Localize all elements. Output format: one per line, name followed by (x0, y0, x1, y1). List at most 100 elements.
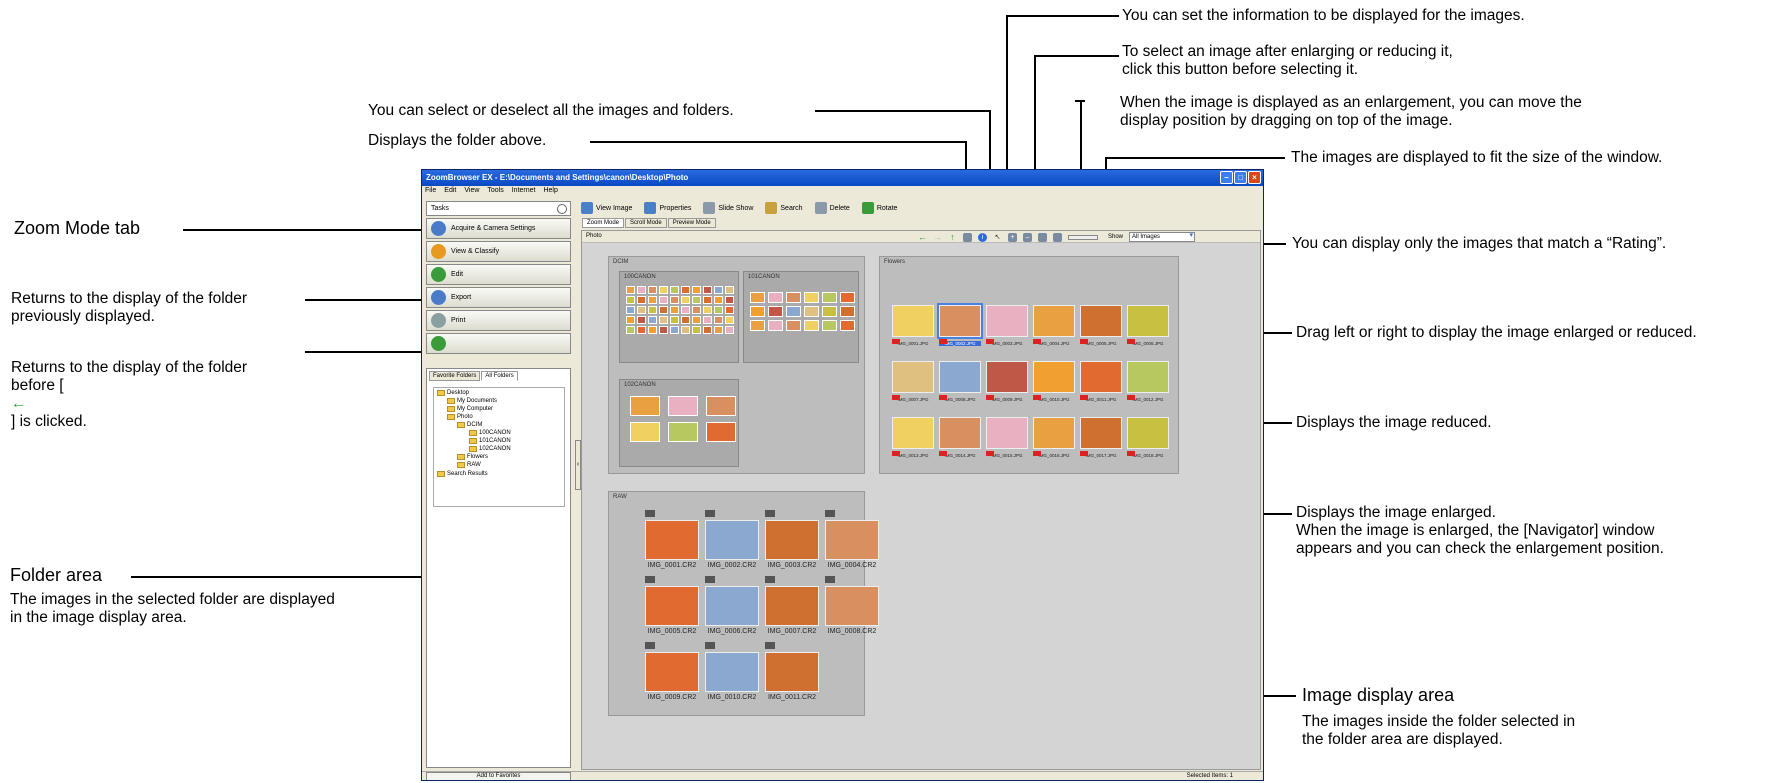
thumbnail[interactable] (804, 292, 819, 303)
task-export[interactable]: Export (426, 287, 571, 308)
thumbnail[interactable] (626, 316, 635, 324)
tab-favorite-folders[interactable]: Favorite Folders (429, 371, 481, 381)
thumbnail[interactable] (750, 292, 765, 303)
menu-view[interactable]: View (464, 187, 479, 198)
thumbnail[interactable] (637, 326, 646, 334)
close-button[interactable]: × (1248, 171, 1261, 184)
hand-icon[interactable] (1038, 232, 1047, 242)
image-thumbnail[interactable]: IMG_0016.JPG (1033, 417, 1075, 458)
thumbnail[interactable] (692, 316, 701, 324)
thumbnail[interactable] (714, 316, 723, 324)
raw-image-thumbnail[interactable]: IMG_0004.CR2 (825, 510, 879, 569)
thumbnail[interactable] (714, 296, 723, 304)
thumbnail[interactable] (630, 396, 660, 416)
info-icon[interactable]: i (978, 232, 987, 242)
thumbnail[interactable] (630, 422, 660, 442)
thumbnail[interactable] (706, 396, 736, 416)
task-print[interactable]: Print (426, 310, 571, 331)
folder-group-dcim[interactable]: DCIM 100CANON 101CANON 102CANON (608, 256, 865, 474)
fit-window-icon[interactable] (1053, 232, 1062, 242)
thumbnail[interactable] (681, 286, 690, 294)
image-thumbnail[interactable]: IMG_0008.JPG (939, 361, 981, 402)
thumbnail[interactable] (637, 306, 646, 314)
zoom-in-icon[interactable]: + (1008, 232, 1017, 242)
thumbnail[interactable] (725, 326, 734, 334)
thumbnail[interactable] (786, 292, 801, 303)
image-thumbnail[interactable]: IMG_0018.JPG (1127, 417, 1169, 458)
thumbnail[interactable] (659, 296, 668, 304)
image-thumbnail[interactable]: IMG_0007.JPG (892, 361, 934, 402)
thumbnail[interactable] (840, 306, 855, 317)
delete-button[interactable]: Delete (814, 202, 850, 214)
thumbnail[interactable] (670, 316, 679, 324)
thumbnail[interactable] (648, 326, 657, 334)
thumbnail[interactable] (768, 320, 783, 331)
view-image-button[interactable]: View Image (581, 202, 632, 214)
menu-edit[interactable]: Edit (444, 187, 456, 198)
menu-tools[interactable]: Tools (487, 187, 503, 198)
image-thumbnail[interactable]: IMG_0015.JPG (986, 417, 1028, 458)
tree-node[interactable]: Flowers (457, 454, 488, 460)
thumbnail[interactable] (681, 296, 690, 304)
thumbnail[interactable] (659, 306, 668, 314)
task-internet[interactable] (426, 333, 571, 354)
thumbnail[interactable] (637, 316, 646, 324)
image-thumbnail[interactable]: IMG_0005.JPG (1080, 305, 1122, 346)
thumbnail[interactable] (804, 306, 819, 317)
thumbnail[interactable] (692, 296, 701, 304)
raw-image-thumbnail[interactable]: IMG_0006.CR2 (705, 576, 759, 635)
tree-node[interactable]: My Documents (447, 398, 497, 404)
thumbnail[interactable] (703, 296, 712, 304)
maximize-button[interactable]: □ (1234, 171, 1247, 184)
thumbnail[interactable] (637, 286, 646, 294)
thumbnail[interactable] (725, 296, 734, 304)
image-thumbnail[interactable]: IMG_0014.JPG (939, 417, 981, 458)
thumbnail[interactable] (626, 306, 635, 314)
thumbnail[interactable] (648, 306, 657, 314)
image-thumbnail[interactable]: IMG_0002.JPG (937, 303, 983, 346)
thumbnail[interactable] (840, 320, 855, 331)
thumbnail[interactable] (750, 306, 765, 317)
zoom-slider[interactable] (1068, 234, 1098, 240)
thumbnail[interactable] (670, 306, 679, 314)
thumbnail[interactable] (786, 320, 801, 331)
tree-node[interactable]: 102CANON (469, 446, 511, 452)
properties-button[interactable]: Properties (644, 202, 691, 214)
raw-image-thumbnail[interactable]: IMG_0011.CR2 (765, 642, 819, 701)
folder-group-101canon[interactable]: 101CANON (743, 271, 859, 363)
image-thumbnail[interactable]: IMG_0017.JPG (1080, 417, 1122, 458)
thumbnail[interactable] (822, 320, 837, 331)
thumbnail[interactable] (659, 316, 668, 324)
raw-image-thumbnail[interactable]: IMG_0002.CR2 (705, 510, 759, 569)
raw-image-thumbnail[interactable]: IMG_0003.CR2 (765, 510, 819, 569)
thumbnail[interactable] (659, 326, 668, 334)
tree-node[interactable]: Photo (447, 414, 473, 420)
menu-help[interactable]: Help (543, 187, 557, 198)
folder-up-icon[interactable]: ↑ (948, 232, 957, 242)
image-thumbnail[interactable]: IMG_0011.JPG (1080, 361, 1122, 402)
tab-zoom-mode[interactable]: Zoom Mode (582, 218, 625, 228)
folder-group-102canon[interactable]: 102CANON (619, 379, 739, 467)
tasks-header[interactable]: Tasks (426, 201, 571, 216)
raw-image-thumbnail[interactable]: IMG_0009.CR2 (645, 642, 699, 701)
thumbnail[interactable] (668, 396, 698, 416)
thumbnail[interactable] (768, 306, 783, 317)
image-thumbnail[interactable]: IMG_0006.JPG (1127, 305, 1169, 346)
rating-filter-select[interactable]: All Images (1129, 232, 1196, 242)
image-thumbnail[interactable]: IMG_0013.JPG (892, 417, 934, 458)
thumbnail[interactable] (725, 306, 734, 314)
search-button[interactable]: Search (765, 202, 803, 214)
raw-image-thumbnail[interactable]: IMG_0005.CR2 (645, 576, 699, 635)
thumbnail[interactable] (714, 286, 723, 294)
thumbnail[interactable] (725, 286, 734, 294)
thumbnail[interactable] (822, 306, 837, 317)
image-thumbnail[interactable]: IMG_0003.JPG (986, 305, 1028, 346)
thumbnail[interactable] (670, 326, 679, 334)
slide-show-button[interactable]: Slide Show (703, 202, 753, 214)
thumbnail[interactable] (626, 286, 635, 294)
tab-scroll-mode[interactable]: Scroll Mode (625, 218, 667, 228)
raw-image-thumbnail[interactable]: IMG_0001.CR2 (645, 510, 699, 569)
thumbnail[interactable] (822, 292, 837, 303)
tab-all-folders[interactable]: All Folders (481, 371, 518, 381)
thumbnail[interactable] (648, 296, 657, 304)
